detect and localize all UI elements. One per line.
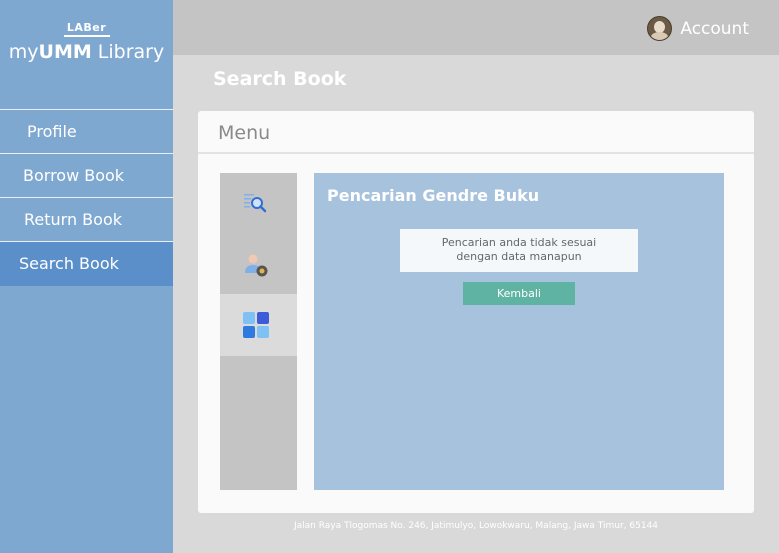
account-label: Account xyxy=(680,18,749,39)
sidebar-item-search-book[interactable]: Search Book xyxy=(0,242,173,286)
brand-mark-underline xyxy=(63,35,110,37)
brand-name: myUMM Library xyxy=(8,41,165,63)
rail-button-user-settings[interactable] xyxy=(220,235,297,297)
brand-logo[interactable]: LABer myUMM Library xyxy=(0,22,173,64)
message-line-1: Pencarian anda tidak sesuai xyxy=(441,236,597,249)
sidebar-item-profile[interactable]: Profile xyxy=(0,110,173,154)
sidebar: LABer myUMM Library Profile Borrow Book … xyxy=(0,0,173,553)
search-list-icon xyxy=(244,194,267,213)
menu-card: Menu Pencarian Gendre Buku Pencarian and… xyxy=(198,111,754,513)
divider xyxy=(198,152,754,154)
back-button[interactable]: Kembali xyxy=(463,282,575,305)
page-title: Search Book xyxy=(213,68,347,90)
panel-title: Pencarian Gendre Buku xyxy=(327,186,540,205)
avatar xyxy=(647,16,673,41)
menu-title: Menu xyxy=(218,122,271,144)
user-settings-icon xyxy=(245,254,268,277)
rail-button-category-grid[interactable] xyxy=(220,294,297,356)
sidebar-item-return-book[interactable]: Return Book xyxy=(0,198,173,242)
genre-search-panel: Pencarian Gendre Buku Pencarian anda tid… xyxy=(314,173,724,490)
account-menu[interactable]: Account xyxy=(647,16,749,41)
top-bar: Account xyxy=(173,0,779,55)
category-grid-icon xyxy=(243,312,269,338)
rail-button-search-list[interactable] xyxy=(220,173,297,235)
brand-mark: LABer xyxy=(66,21,107,34)
no-results-message: Pencarian anda tidak sesuai dengan data … xyxy=(400,229,638,272)
message-line-2: dengan data manapun xyxy=(456,250,582,263)
sidebar-nav: Profile Borrow Book Return Book Search B… xyxy=(0,109,173,286)
icon-rail xyxy=(220,173,297,490)
sidebar-item-borrow-book[interactable]: Borrow Book xyxy=(0,154,173,198)
footer-address: Jalan Raya Tlogomas No. 246, Jatimulyo, … xyxy=(293,521,659,531)
